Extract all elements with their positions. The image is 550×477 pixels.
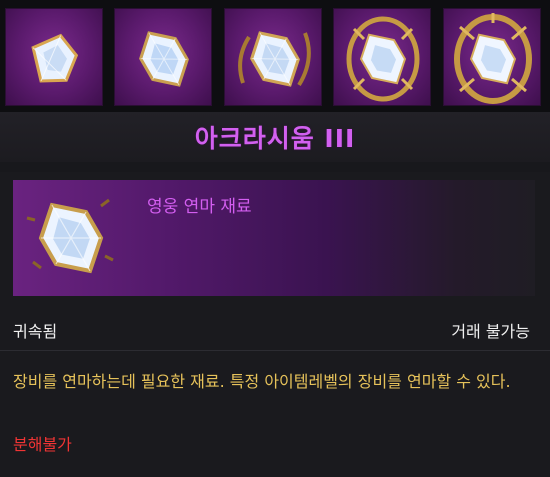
gem-slot-tier-3[interactable] xyxy=(224,8,322,106)
disassemble-status: 분해불가 xyxy=(13,435,72,454)
crystal-icon xyxy=(26,198,114,274)
item-icon xyxy=(13,180,129,296)
item-grade: 영웅 연마 재료 xyxy=(147,197,252,217)
gem-slot-tier-4[interactable] xyxy=(333,8,431,106)
item-description: 장비를 연마하는데 필요한 재료. 특정 아이템레벨의 장비를 연마할 수 있다… xyxy=(13,372,511,391)
crystal-icon xyxy=(238,31,311,87)
crystal-icon xyxy=(139,31,189,87)
crystal-icon xyxy=(346,16,420,102)
gem-slot-tier-1[interactable] xyxy=(5,8,103,106)
trade-status: 거래 불가능 xyxy=(451,322,530,341)
crystal-icon xyxy=(31,33,79,83)
gem-slot-tier-2[interactable] xyxy=(114,8,212,106)
bound-status: 귀속됨 xyxy=(13,322,58,341)
item-name: 아크라시움 III xyxy=(194,124,356,153)
gem-slot-tier-5[interactable] xyxy=(443,8,541,106)
crystal-icon xyxy=(454,13,532,104)
divider xyxy=(0,350,550,351)
